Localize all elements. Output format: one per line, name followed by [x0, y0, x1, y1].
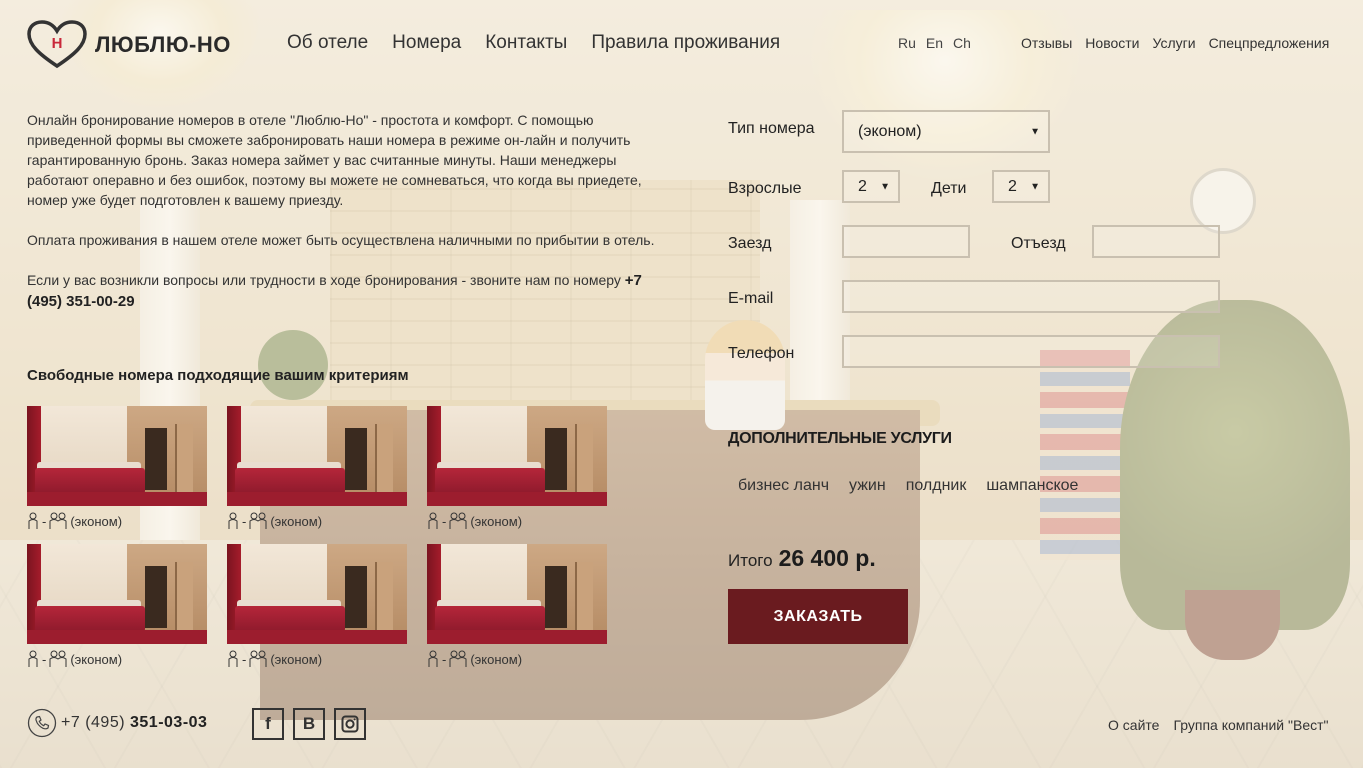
vk-icon[interactable]: B [293, 708, 325, 740]
nav-services[interactable]: Услуги [1153, 35, 1196, 51]
room-photo[interactable] [427, 406, 607, 506]
social-links: f B [252, 708, 366, 740]
two-guests-icon [449, 650, 467, 667]
heart-logo-icon: H [27, 20, 87, 69]
available-rooms-title: Свободные номера подходящие вашим критер… [27, 367, 409, 384]
nav-reviews[interactable]: Отзывы [1021, 35, 1072, 51]
svg-text:H: H [52, 35, 63, 52]
email-label: E-mail [728, 290, 774, 307]
nav-about[interactable]: Об отеле [287, 32, 368, 54]
two-guests-icon [49, 512, 67, 529]
dropdown-arrow-icon: ▼ [1030, 181, 1040, 192]
extra-service-dinner[interactable]: ужин [849, 477, 886, 495]
room-card[interactable]: - (эконом) [27, 544, 207, 668]
children-select[interactable]: 2 ▼ [992, 170, 1050, 203]
single-guest-icon [228, 512, 238, 529]
logo-text: ЛЮБЛЮ-НО [95, 32, 231, 57]
facebook-icon[interactable]: f [252, 708, 284, 740]
intro-paragraph-3-text: Если у вас возникли вопросы или трудност… [27, 272, 621, 288]
intro-paragraph-1: Онлайн бронирование номеров в отеле "Люб… [27, 112, 642, 208]
lang-ch[interactable]: Ch [953, 35, 971, 51]
room-photo[interactable] [227, 544, 407, 644]
secondary-nav: Отзывы Новости Услуги Спецпредложения [1021, 35, 1329, 51]
adults-value: 2 [858, 177, 867, 195]
logo[interactable]: H ЛЮБЛЮ-НО [27, 20, 231, 70]
phone-field[interactable] [842, 335, 1220, 368]
two-guests-icon [49, 650, 67, 667]
checkout-date-input[interactable] [1092, 225, 1220, 258]
adults-select[interactable]: 2 ▼ [842, 170, 900, 203]
order-button[interactable]: ЗАКАЗАТЬ [728, 589, 908, 644]
children-label: Дети [931, 180, 967, 197]
instagram-glyph-icon [341, 715, 359, 733]
room-type-value: (эконом) [858, 122, 922, 140]
two-guests-icon [249, 650, 267, 667]
total-label: Итого [728, 551, 773, 570]
footer-phone[interactable]: +7 (495) 351-03-03 [27, 708, 207, 738]
room-photo[interactable] [27, 406, 207, 506]
intro-paragraph-2: Оплата проживания в нашем отеле может бы… [27, 232, 655, 248]
footer-links: О сайте Группа компаний "Вест" [1108, 717, 1329, 733]
lang-en[interactable]: En [926, 35, 943, 51]
lang-ru[interactable]: Ru [898, 35, 916, 51]
single-guest-icon [28, 512, 38, 529]
dropdown-arrow-icon: ▼ [1030, 126, 1040, 137]
phone-icon [27, 708, 57, 738]
nav-contacts[interactable]: Контакты [485, 32, 567, 54]
footer-phone-prefix: +7 (495) [61, 714, 126, 731]
nav-special-offers[interactable]: Спецпредложения [1209, 35, 1330, 51]
room-type-select[interactable]: (эконом) ▼ [842, 110, 1050, 153]
single-guest-icon [28, 650, 38, 667]
two-guests-icon [449, 512, 467, 529]
total-value: 26 400 р. [778, 545, 876, 571]
checkin-label: Заезд [728, 235, 772, 252]
footer-link-about-site[interactable]: О сайте [1108, 717, 1159, 733]
room-card[interactable]: - (эконом) [427, 406, 607, 530]
room-type-label: Тип номера [728, 120, 815, 137]
room-caption: (эконом) [270, 513, 323, 529]
instagram-icon[interactable] [334, 708, 366, 740]
room-card[interactable]: - (эконом) [27, 406, 207, 530]
room-caption: (эконом) [470, 513, 523, 529]
extra-service-champagne[interactable]: шампанское [986, 477, 1078, 495]
checkin-date-input[interactable] [842, 225, 970, 258]
room-photo[interactable] [227, 406, 407, 506]
room-caption: (эконом) [70, 513, 123, 529]
room-caption: (эконом) [70, 651, 123, 667]
available-rooms-grid: - (эконом) - (эконом) - (эконом) - (экон… [27, 406, 627, 668]
booking-intro: Онлайн бронирование номеров в отеле "Люб… [27, 110, 657, 332]
nav-rules[interactable]: Правила проживания [591, 32, 780, 54]
extra-services-title: ДОПОЛНИТЕЛЬНЫЕ УСЛУГИ [728, 430, 952, 447]
children-value: 2 [1008, 177, 1017, 195]
language-switcher: Ru En Ch [898, 35, 971, 51]
email-field[interactable] [842, 280, 1220, 313]
room-caption: (эконом) [270, 651, 323, 667]
footer-phone-number: 351-03-03 [130, 714, 208, 731]
extra-service-business-lunch[interactable]: бизнес ланч [738, 477, 829, 495]
room-card[interactable]: - (эконом) [427, 544, 607, 668]
room-caption: (эконом) [470, 651, 523, 667]
checkout-label: Отъезд [1011, 235, 1066, 252]
main-nav: Об отеле Номера Контакты Правила прожива… [287, 32, 780, 54]
two-guests-icon [249, 512, 267, 529]
nav-rooms[interactable]: Номера [392, 32, 461, 54]
dropdown-arrow-icon: ▼ [880, 181, 890, 192]
intro-paragraph-3: Если у вас возникли вопросы или трудност… [27, 270, 657, 312]
extra-services: бизнес ланч ужин полдник шампанское [738, 477, 1078, 495]
room-card[interactable]: - (эконом) [227, 544, 407, 668]
nav-news[interactable]: Новости [1085, 35, 1139, 51]
adults-label: Взрослые [728, 180, 802, 197]
total: Итого 26 400 р. [728, 545, 876, 572]
footer-link-group[interactable]: Группа компаний "Вест" [1173, 717, 1328, 733]
extra-service-afternoon-snack[interactable]: полдник [906, 477, 967, 495]
single-guest-icon [428, 650, 438, 667]
phone-label: Телефон [728, 345, 795, 362]
room-card[interactable]: - (эконом) [227, 406, 407, 530]
room-photo[interactable] [27, 544, 207, 644]
room-photo[interactable] [427, 544, 607, 644]
single-guest-icon [428, 512, 438, 529]
single-guest-icon [228, 650, 238, 667]
